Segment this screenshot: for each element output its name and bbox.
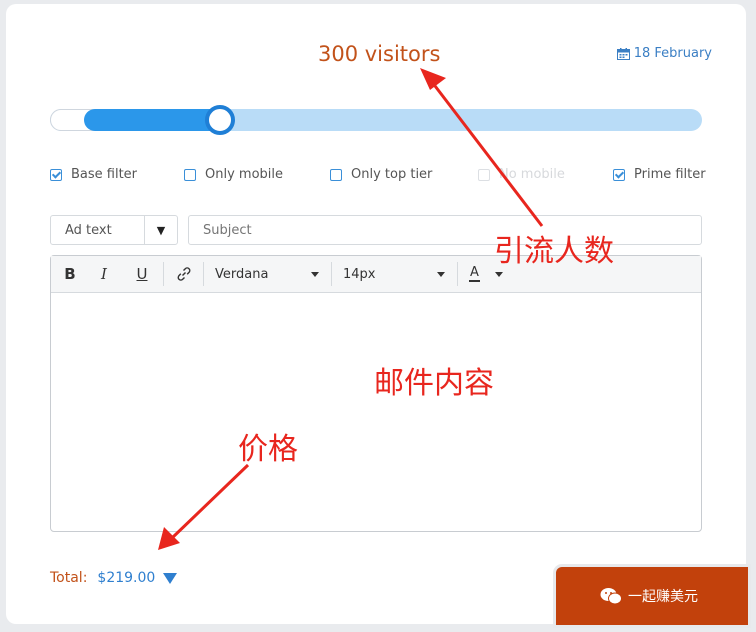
filter-base[interactable]: Base filter <box>50 167 137 182</box>
font-family-select[interactable]: Verdana <box>215 262 325 286</box>
visitors-count: 300 visitors <box>318 42 441 66</box>
annotation-price: 价格 <box>238 432 298 467</box>
checkbox <box>478 168 490 181</box>
visitors-slider[interactable] <box>50 105 702 135</box>
date-picker[interactable]: 18 February <box>616 46 712 61</box>
filter-only-mobile[interactable]: Only mobile <box>184 167 283 182</box>
toolbar-divider <box>331 262 332 286</box>
total-value: $219.00 <box>97 570 156 586</box>
font-family-value: Verdana <box>215 266 269 282</box>
bold-button[interactable]: B <box>61 262 79 286</box>
slider-handle[interactable] <box>205 105 235 135</box>
link-icon <box>177 267 191 281</box>
annotation-visitors: 引流人数 <box>494 234 614 269</box>
watermark: 一起赚美元 <box>600 586 698 606</box>
toolbar-divider <box>203 262 204 286</box>
ad-type-value: Ad text <box>65 222 112 238</box>
checkbox[interactable] <box>613 168 625 181</box>
link-button[interactable] <box>173 262 195 286</box>
filter-label: Prime filter <box>634 167 706 182</box>
filter-no-mobile: No mobile <box>478 167 565 182</box>
ad-type-select[interactable]: Ad text ▼ <box>50 215 178 245</box>
annotation-content: 邮件内容 <box>374 366 494 401</box>
total-price: Total: $219.00 <box>50 570 178 586</box>
caret-down-icon[interactable]: ▼ <box>144 216 177 244</box>
watermark-text: 一起赚美元 <box>628 589 698 605</box>
filter-label: Base filter <box>71 167 138 182</box>
date-label: 18 February <box>633 46 712 61</box>
filter-label: Only top tier <box>351 167 433 182</box>
checkbox[interactable] <box>50 168 62 181</box>
slider-fill <box>84 109 220 131</box>
checkbox[interactable] <box>330 168 342 181</box>
filter-prime[interactable]: Prime filter <box>613 167 706 182</box>
filter-label: No mobile <box>499 167 565 182</box>
caret-down-icon <box>437 271 445 277</box>
filter-label: Only mobile <box>205 167 283 182</box>
font-size-value: 14px <box>343 266 376 282</box>
text-color-icon: A <box>469 265 480 282</box>
italic-button[interactable]: I <box>95 262 113 286</box>
subject-input[interactable] <box>188 215 702 245</box>
calendar-icon <box>616 47 630 60</box>
filter-options: Base filter Only mobile Only top tier No… <box>0 167 756 187</box>
total-label: Total: <box>50 570 88 586</box>
underline-button[interactable]: U <box>133 262 151 286</box>
filter-only-top-tier[interactable]: Only top tier <box>330 167 432 182</box>
wechat-icon <box>600 588 622 605</box>
toolbar-divider <box>163 262 164 286</box>
expand-triangle-icon[interactable] <box>163 572 178 584</box>
toolbar-divider <box>457 262 458 286</box>
font-size-select[interactable]: 14px <box>343 262 453 286</box>
caret-down-icon <box>311 271 319 277</box>
caret-down-icon <box>495 271 503 277</box>
checkbox[interactable] <box>184 168 196 181</box>
